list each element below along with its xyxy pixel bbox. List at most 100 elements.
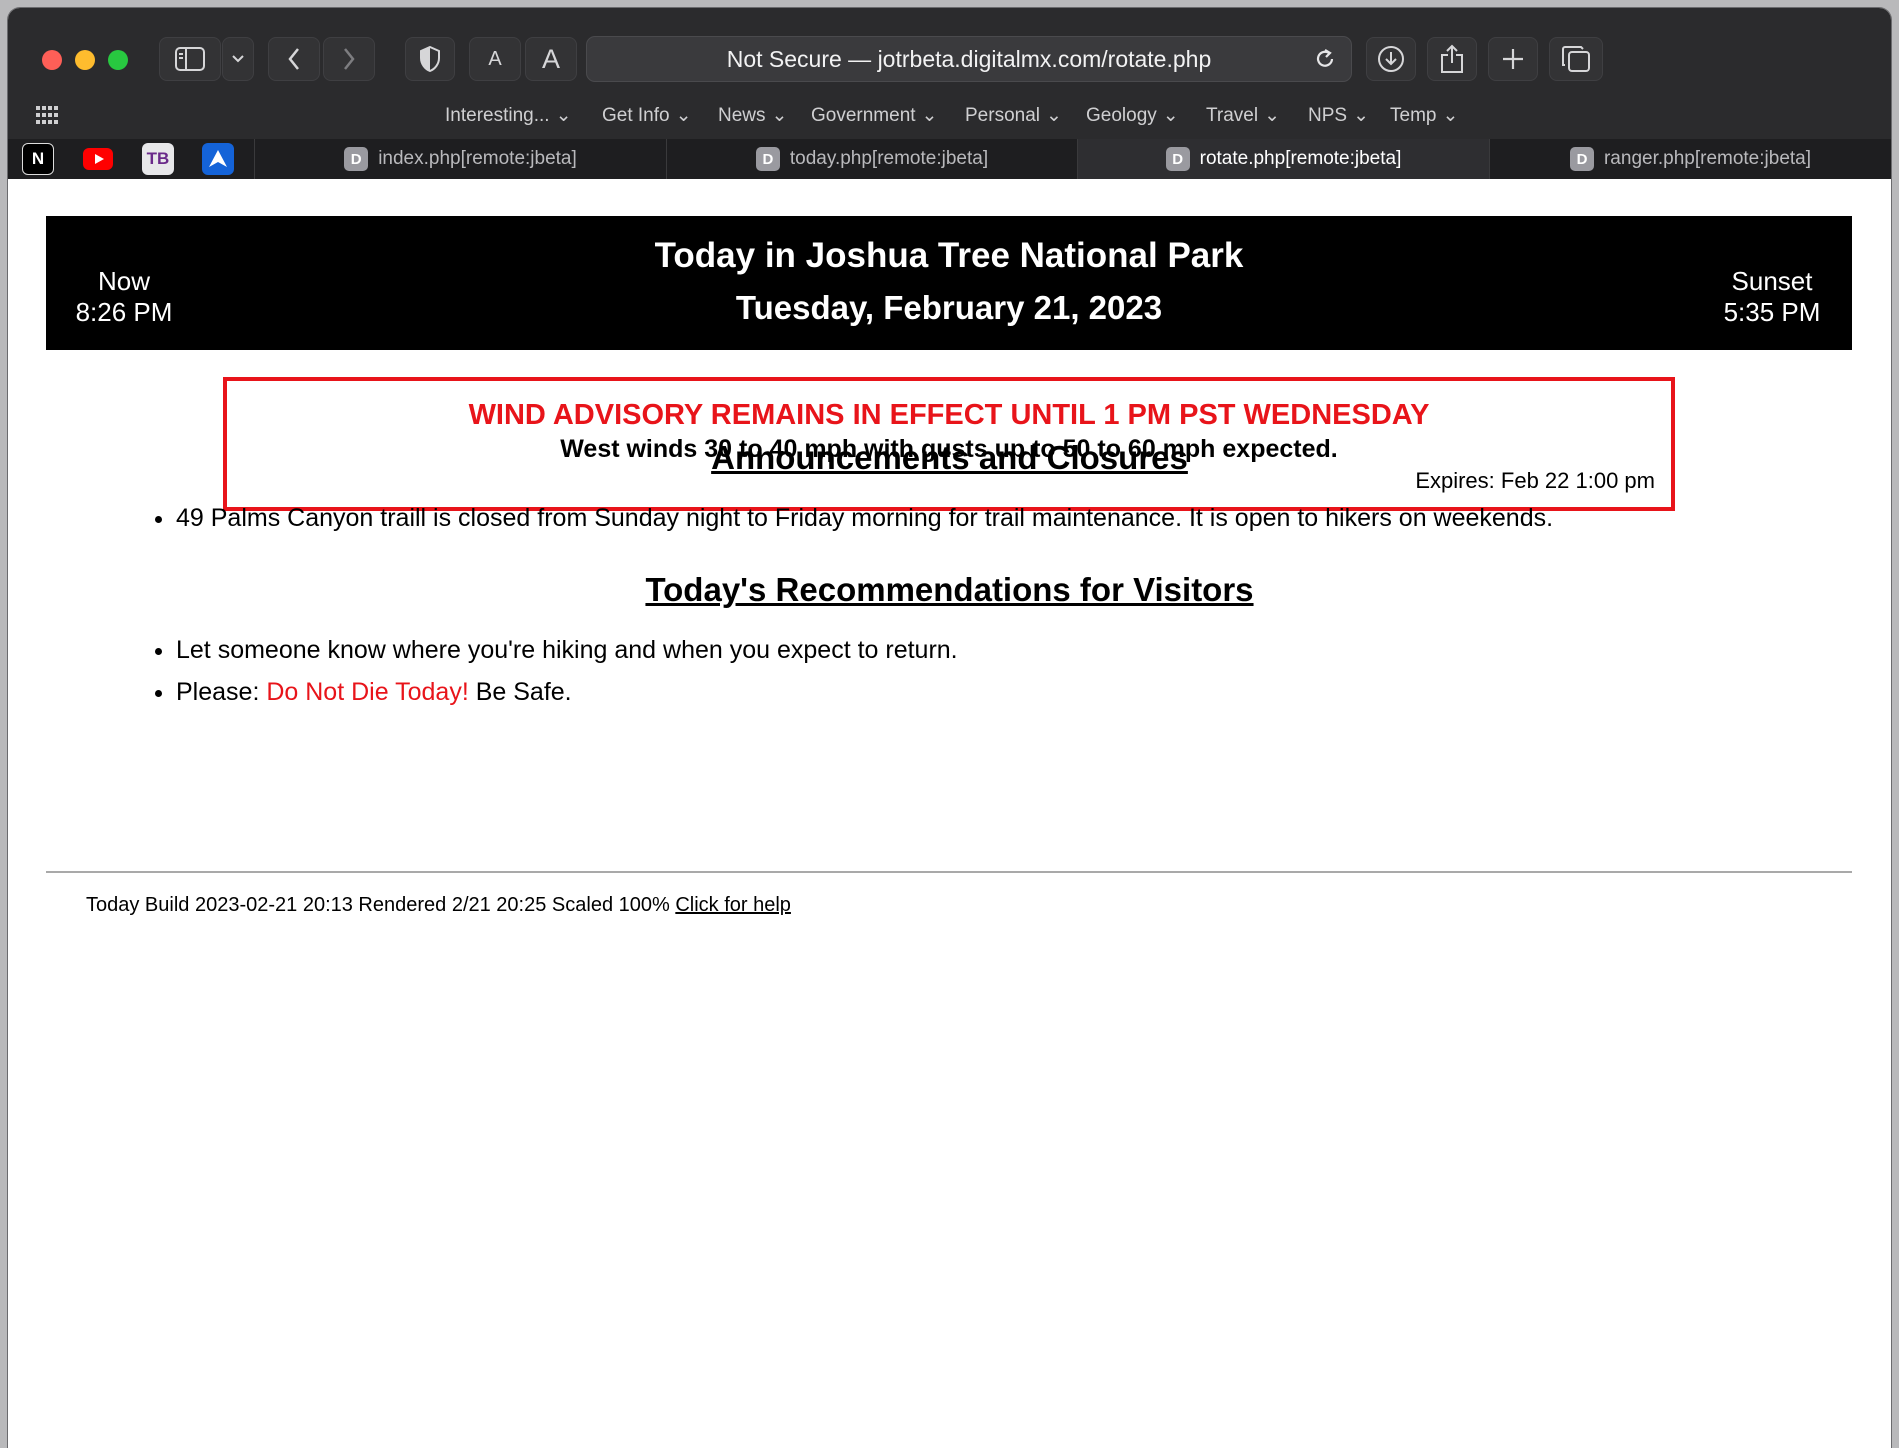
- tab-label: rotate.php[remote:jbeta]: [1199, 148, 1402, 169]
- tb-icon: TB: [146, 149, 170, 168]
- tab-bar: N TB D index.php[remote:jbeta] D today.p…: [8, 139, 1891, 179]
- toolbar: A A Not Secure — jotrbeta.digitalmx.com/…: [8, 8, 1891, 92]
- chevron-down-icon: ⌄: [675, 105, 692, 126]
- bookmark-folder-news[interactable]: News ⌄: [718, 104, 787, 127]
- font-smaller-button[interactable]: A: [469, 37, 521, 81]
- recommendation-suffix: Be Safe.: [468, 678, 572, 706]
- arrow-icon: [209, 150, 227, 167]
- tab-favicon: D: [344, 147, 369, 171]
- bookmark-label: Interesting...: [445, 104, 550, 126]
- recommendation-highlight: Do Not Die Today!: [266, 678, 469, 706]
- sidebar-icon: [175, 47, 205, 71]
- notion-icon: N: [31, 149, 45, 168]
- chevron-down-icon: ⌄: [555, 105, 572, 126]
- bookmark-label: News: [718, 104, 766, 126]
- chevron-down-icon: ⌄: [1353, 105, 1369, 126]
- font-larger-button[interactable]: A: [525, 37, 577, 81]
- page-content: Now 8:26 PM Today in Joshua Tree Nationa…: [8, 179, 1891, 1448]
- announcements-list: 49 Palms Canyon traill is closed from Su…: [138, 502, 1553, 544]
- bookmark-label: Personal: [965, 104, 1040, 126]
- tab-overview-button[interactable]: [1549, 37, 1603, 81]
- sunset-label: Sunset: [1731, 266, 1813, 296]
- advisory-headline: WIND ADVISORY REMAINS IN EFFECT UNTIL 1 …: [468, 399, 1430, 431]
- browser-chrome: A A Not Secure — jotrbeta.digitalmx.com/…: [8, 8, 1891, 179]
- chevron-down-icon: ⌄: [1162, 105, 1179, 126]
- bookmark-label: NPS: [1308, 104, 1348, 126]
- sidebar-menu-button[interactable]: [222, 37, 254, 81]
- bookmark-folder-temp[interactable]: Temp ⌄: [1390, 104, 1458, 127]
- back-button[interactable]: [268, 37, 320, 81]
- bookmark-folder-interesting[interactable]: Interesting... ⌄: [445, 104, 571, 127]
- privacy-shield-button[interactable]: [405, 37, 455, 81]
- recommendation-prefix: Please:: [176, 678, 267, 706]
- announcements-heading: Announcements and Closures: [711, 439, 1188, 476]
- tab-favicon: D: [755, 147, 780, 171]
- recommendations-heading: Today's Recommendations for Visitors: [645, 571, 1254, 608]
- tab-today[interactable]: D today.php[remote:jbeta]: [666, 139, 1077, 179]
- chevron-right-icon: [344, 48, 355, 70]
- plus-icon: [1503, 49, 1523, 69]
- address-text: Not Secure — jotrbeta.digitalmx.com/rota…: [726, 45, 1212, 72]
- tab-favicon: D: [1569, 147, 1594, 171]
- maximize-window-button[interactable]: [108, 50, 128, 70]
- tab-favicon: D: [1165, 147, 1190, 171]
- pinned-tab-app[interactable]: [202, 143, 234, 175]
- close-window-button[interactable]: [42, 50, 62, 70]
- recommendations-list: Let someone know where you're hiking and…: [138, 634, 958, 718]
- chevron-down-icon: [232, 55, 244, 63]
- bookmark-folder-geology[interactable]: Geology ⌄: [1086, 104, 1179, 127]
- help-link[interactable]: Click for help: [675, 894, 791, 916]
- tab-label: today.php[remote:jbeta]: [789, 148, 989, 169]
- divider: [46, 871, 1852, 873]
- tab-index[interactable]: D index.php[remote:jbeta]: [254, 139, 666, 179]
- bookmark-folder-government[interactable]: Government ⌄: [811, 104, 937, 127]
- page-date: Tuesday, February 21, 2023: [735, 289, 1163, 326]
- sunset-value: 5:35 PM: [1723, 297, 1821, 327]
- downloads-button[interactable]: [1366, 37, 1416, 81]
- sidebar-toggle-button[interactable]: [159, 37, 221, 81]
- apps-grid-icon[interactable]: [36, 106, 58, 124]
- reload-icon[interactable]: [1313, 47, 1337, 71]
- bookmark-folder-get-info[interactable]: Get Info ⌄: [602, 104, 692, 127]
- bookmark-folder-personal[interactable]: Personal ⌄: [965, 104, 1062, 127]
- bookmark-label: Government: [811, 104, 916, 126]
- bookmark-label: Travel: [1206, 104, 1259, 126]
- browser-window: A A Not Secure — jotrbeta.digitalmx.com/…: [8, 8, 1891, 1448]
- chevron-down-icon: ⌄: [1264, 105, 1281, 126]
- page-title: Today in Joshua Tree National Park: [654, 236, 1244, 275]
- header-banner: Now 8:26 PM Today in Joshua Tree Nationa…: [46, 216, 1852, 350]
- bookmark-label: Temp: [1390, 104, 1437, 126]
- list-item: Please: Do Not Die Today! Be Safe.: [176, 676, 958, 708]
- tab-ranger[interactable]: D ranger.php[remote:jbeta]: [1489, 139, 1891, 179]
- list-item: Let someone know where you're hiking and…: [176, 634, 958, 666]
- share-icon: [1441, 44, 1463, 73]
- chevron-down-icon: ⌄: [1046, 105, 1062, 126]
- chevron-left-icon: [288, 48, 299, 70]
- pinned-tab-tb[interactable]: TB: [142, 143, 174, 175]
- chevron-down-icon: ⌄: [771, 105, 788, 126]
- bookmark-folder-travel[interactable]: Travel ⌄: [1206, 104, 1280, 127]
- shield-icon: [420, 46, 440, 72]
- new-tab-button[interactable]: [1488, 37, 1538, 81]
- pinned-tab-youtube[interactable]: [82, 143, 114, 175]
- list-item: 49 Palms Canyon traill is closed from Su…: [176, 502, 1553, 534]
- download-icon: [1378, 46, 1404, 72]
- chevron-down-icon: ⌄: [1442, 105, 1459, 126]
- footer-text: Today Build 2023-02-21 20:13 Rendered 2/…: [86, 894, 676, 916]
- share-button[interactable]: [1427, 37, 1477, 81]
- bookmark-folder-nps[interactable]: NPS ⌄: [1308, 104, 1369, 127]
- favorites-bar: Interesting... ⌄ Get Info ⌄ News ⌄ Governme…: [8, 96, 1891, 136]
- sunset-time: Sunset 5:35 PM: [1712, 266, 1832, 328]
- tab-label: index.php[remote:jbeta]: [378, 148, 577, 169]
- forward-button[interactable]: [323, 37, 375, 81]
- chevron-down-icon: ⌄: [921, 105, 938, 126]
- tab-rotate[interactable]: D rotate.php[remote:jbeta]: [1077, 139, 1489, 179]
- bookmark-label: Geology: [1086, 104, 1157, 126]
- address-bar[interactable]: Not Secure — jotrbeta.digitalmx.com/rota…: [586, 36, 1352, 82]
- tab-overview-icon: [1562, 46, 1590, 72]
- minimize-window-button[interactable]: [75, 50, 95, 70]
- pinned-tab-notion[interactable]: N: [22, 143, 54, 175]
- youtube-icon: [83, 148, 113, 170]
- bookmark-label: Get Info: [602, 104, 670, 126]
- tab-label: ranger.php[remote:jbeta]: [1603, 148, 1812, 169]
